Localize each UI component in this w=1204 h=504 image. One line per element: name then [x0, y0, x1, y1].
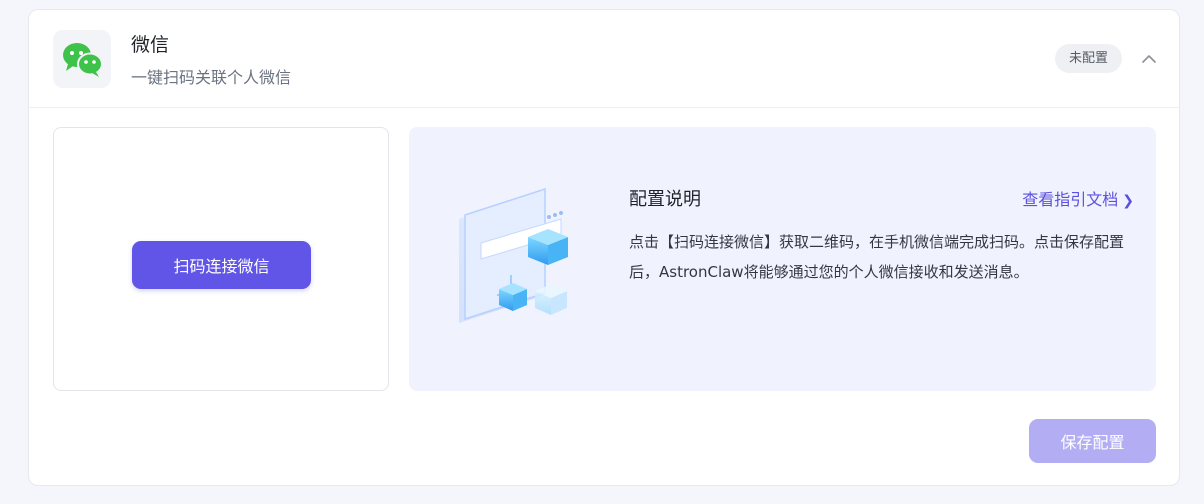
chevron-right-icon[interactable]: ❯ [1122, 193, 1134, 209]
scan-connect-wechat-button[interactable]: 扫码连接微信 [132, 241, 311, 289]
config-illustration [451, 179, 581, 333]
chevron-up-icon[interactable] [1141, 48, 1157, 68]
save-config-button[interactable]: 保存配置 [1029, 419, 1156, 463]
qr-code-panel: 扫码连接微信 [53, 127, 389, 391]
status-badge: 未配置 [1055, 44, 1123, 73]
config-instructions-panel: 配置说明 查看指引文档 ❯ 点击【扫码连接微信】获取二维码，在手机微信端完成扫码。… [409, 127, 1156, 391]
view-guide-link[interactable]: 查看指引文档 ❯ [1022, 186, 1134, 210]
view-guide-link-label[interactable]: 查看指引文档 [1022, 190, 1118, 209]
channel-subtitle: 一键扫码关联个人微信 [131, 68, 292, 87]
instructions-text: 点击【扫码连接微信】获取二维码，在手机微信端完成扫码。点击保存配置后，Astro… [629, 233, 1125, 281]
channel-title: 微信 [131, 34, 170, 56]
instructions-title: 配置说明 [629, 189, 701, 210]
card-header[interactable]: 微信 一键扫码关联个人微信 未配置 [29, 10, 1179, 108]
wechat-icon [53, 30, 111, 88]
wechat-config-card: 微信 一键扫码关联个人微信 未配置 扫码连接微信 配置说明 查看指引文档 ❯ 点… [28, 9, 1180, 486]
